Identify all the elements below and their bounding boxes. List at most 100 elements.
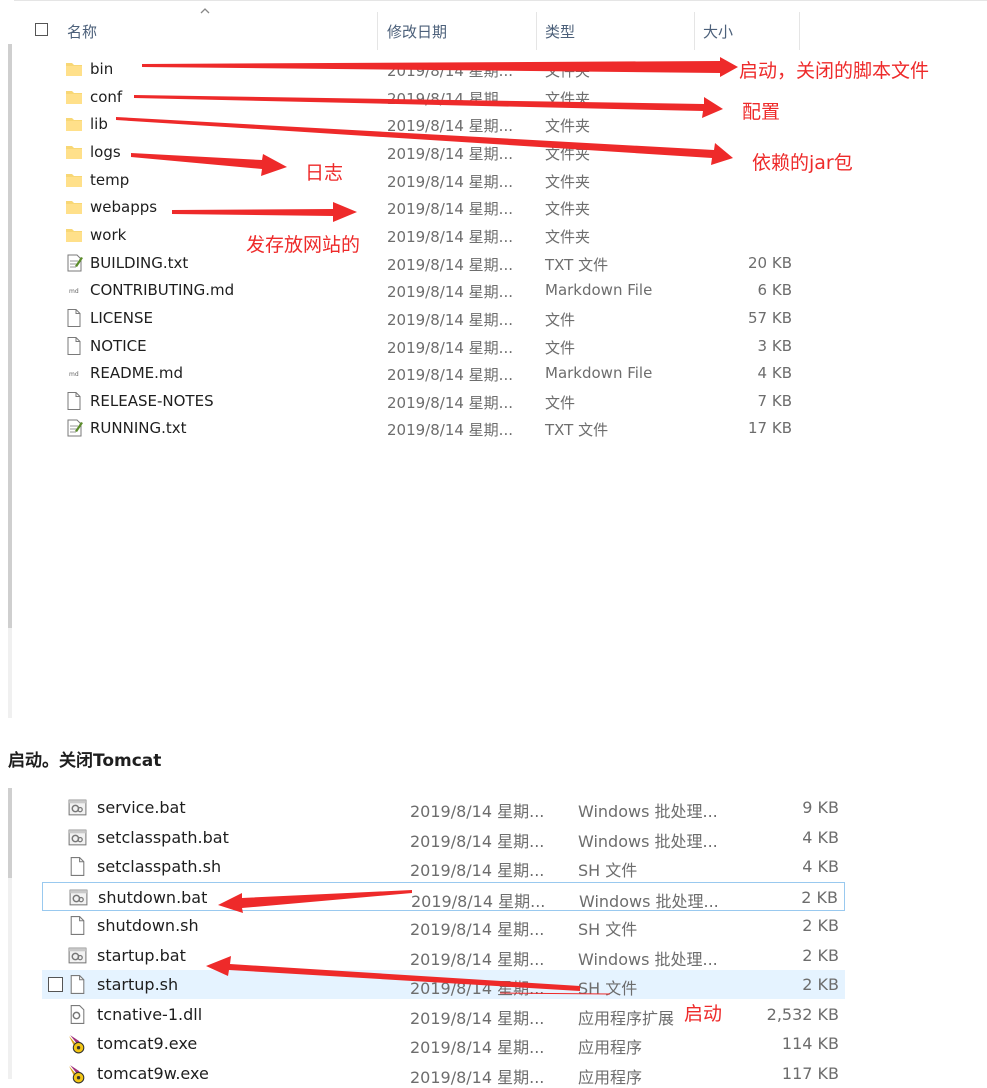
column-header-date[interactable]: 修改日期 (387, 21, 447, 42)
folder-icon (64, 197, 84, 217)
file-name: setclasspath.sh (97, 857, 222, 876)
file-size: 114 KB (781, 1034, 839, 1053)
file-row[interactable]: RUNNING.txt 2019/8/14 星期... TXT 文件 17 KB (56, 415, 816, 442)
scrollbar-track[interactable] (8, 628, 12, 718)
file-name: tomcat9.exe (97, 1034, 198, 1053)
file-date: 2019/8/14 星期... (387, 200, 513, 219)
file-row[interactable]: md README.md 2019/8/14 星期... Markdown File 4… (56, 360, 816, 387)
file-row[interactable]: temp 2019/8/14 星期... 文件夹 (56, 167, 816, 194)
file-row[interactable]: work 2019/8/14 星期... 文件夹 (56, 222, 816, 249)
file-name: BUILDING.txt (90, 253, 189, 272)
batch-file-icon (68, 887, 89, 908)
file-type: Markdown File (545, 364, 653, 383)
folder-icon (64, 225, 84, 245)
file-name: logs (90, 142, 121, 161)
svg-text:md: md (69, 288, 79, 295)
file-date: 2019/8/14 星期... (387, 366, 513, 385)
file-type: 文件夹 (545, 89, 591, 108)
sort-ascending-icon (200, 8, 210, 14)
file-name: tcnative-1.dll (97, 1004, 203, 1024)
file-row[interactable]: NOTICE 2019/8/14 星期... 文件 3 KB (56, 333, 816, 360)
file-date: 2019/8/14 星期... (387, 144, 513, 163)
file-date: 2019/8/14 星期... (387, 62, 513, 80)
file-row[interactable]: logs 2019/8/14 星期... 文件夹 (56, 139, 816, 166)
file-row[interactable]: tcnative-1.dll 2019/8/14 星期... 应用程序扩展 2,532… (42, 1000, 845, 1029)
vertical-scrollbar[interactable] (8, 788, 12, 878)
blank-file-icon (64, 336, 84, 356)
file-row[interactable]: bin 2019/8/14 星期... 文件夹 (56, 56, 816, 83)
column-divider[interactable] (377, 12, 378, 50)
blank-file-icon (67, 974, 88, 995)
file-row[interactable]: setclasspath.sh 2019/8/14 星期... SH 文件 4 KB (42, 852, 845, 881)
vertical-scrollbar[interactable] (8, 44, 12, 628)
file-date: 2019/8/14 星期... (387, 310, 513, 329)
column-header-name[interactable]: 名称 (67, 21, 97, 42)
file-date: 2019/8/14 星期... (410, 1067, 545, 1087)
file-row[interactable]: service.bat 2019/8/14 星期... Windows 批处理...… (42, 793, 845, 822)
file-type: Windows 批处理... (578, 802, 718, 821)
text-file-icon (64, 418, 84, 438)
column-header-type[interactable]: 类型 (545, 21, 575, 42)
annotation-webapps: 发存放网站的 (246, 234, 361, 256)
file-row[interactable]: startup.sh 2019/8/14 星期... SH 文件 2 KB (42, 970, 845, 999)
file-row[interactable]: BUILDING.txt 2019/8/14 星期... TXT 文件 20 KB (56, 250, 816, 277)
file-size: 2,532 KB (766, 1004, 839, 1024)
header-top-border (14, 0, 987, 1)
folder-icon (64, 114, 84, 134)
blank-file-icon (64, 391, 84, 411)
column-divider[interactable] (536, 12, 537, 50)
file-row[interactable]: md CONTRIBUTING.md 2019/8/14 星期... Markdown… (56, 277, 816, 304)
file-date: 2019/8/14 星期... (410, 949, 545, 969)
file-size: 4 KB (802, 857, 839, 876)
file-size: 6 KB (757, 281, 792, 300)
file-row[interactable]: setclasspath.bat 2019/8/14 星期... Windows 批… (42, 823, 845, 852)
file-name: RELEASE-NOTES (90, 391, 214, 410)
folder-icon (64, 170, 84, 190)
file-size: 3 KB (757, 336, 792, 355)
file-size: 9 KB (802, 798, 839, 817)
file-type: 文件 (545, 310, 576, 329)
file-type: 文件夹 (545, 117, 591, 136)
column-divider[interactable] (694, 12, 695, 50)
column-divider[interactable] (799, 12, 800, 50)
file-row[interactable]: webapps 2019/8/14 星期... 文件夹 (56, 194, 816, 221)
file-row[interactable]: LICENSE 2019/8/14 星期... 文件 57 KB (56, 305, 816, 332)
file-type: 文件夹 (545, 144, 591, 163)
file-name: temp (90, 170, 130, 189)
file-date: 2019/8/14 星期... (410, 861, 545, 880)
file-date: 2019/8/14 星期... (410, 831, 545, 851)
file-size: 117 KB (781, 1063, 839, 1083)
file-row[interactable]: startup.bat 2019/8/14 星期... Windows 批处理...… (42, 941, 845, 970)
file-date: 2019/8/14 星期... (387, 421, 513, 440)
markdown-file-icon: md (64, 363, 84, 383)
file-row[interactable]: tomcat9w.exe 2019/8/14 星期... 应用程序 117 KB (42, 1059, 845, 1088)
text-file-icon (64, 253, 84, 273)
select-all-checkbox[interactable] (35, 23, 48, 36)
file-row[interactable]: tomcat9.exe 2019/8/14 星期... 应用程序 114 KB (42, 1029, 845, 1058)
file-date: 2019/8/14 星期... (387, 338, 513, 357)
column-header-size[interactable]: 大小 (703, 21, 733, 42)
row-checkbox[interactable] (48, 977, 63, 992)
file-row[interactable]: lib 2019/8/14 星期... 文件夹 (56, 111, 816, 138)
file-date: 2019/8/14 星期... (387, 283, 513, 302)
file-name: RUNNING.txt (90, 419, 187, 438)
file-name: README.md (90, 364, 184, 383)
scrollbar-track[interactable] (8, 878, 12, 1079)
file-date: 2019/8/14 星期... (387, 393, 513, 412)
annotation-bin: 启动，关闭的脚本文件 (739, 60, 930, 82)
file-name: bin (90, 60, 114, 78)
file-date: 2019/8/14 星期... (387, 255, 513, 274)
annotation-startup: 启动 (684, 1003, 723, 1025)
blank-file-icon (64, 308, 84, 328)
file-row[interactable]: shutdown.bat 2019/8/14 星期... Windows 批处理..… (42, 881, 845, 911)
file-row[interactable]: conf 2019/8/14 星期... 文件夹 (56, 84, 816, 111)
file-row[interactable]: RELEASE-NOTES 2019/8/14 星期... 文件 7 KB (56, 388, 816, 415)
file-row[interactable]: shutdown.sh 2019/8/14 星期... SH 文件 2 KB (42, 911, 845, 940)
batch-file-icon (67, 945, 88, 966)
markdown-file-icon: md (64, 280, 84, 300)
file-name: webapps (90, 198, 158, 217)
file-name: startup.bat (97, 945, 186, 965)
file-type: TXT 文件 (545, 421, 609, 440)
blank-file-icon (67, 856, 88, 877)
file-type: 应用程序扩展 (578, 1008, 675, 1028)
